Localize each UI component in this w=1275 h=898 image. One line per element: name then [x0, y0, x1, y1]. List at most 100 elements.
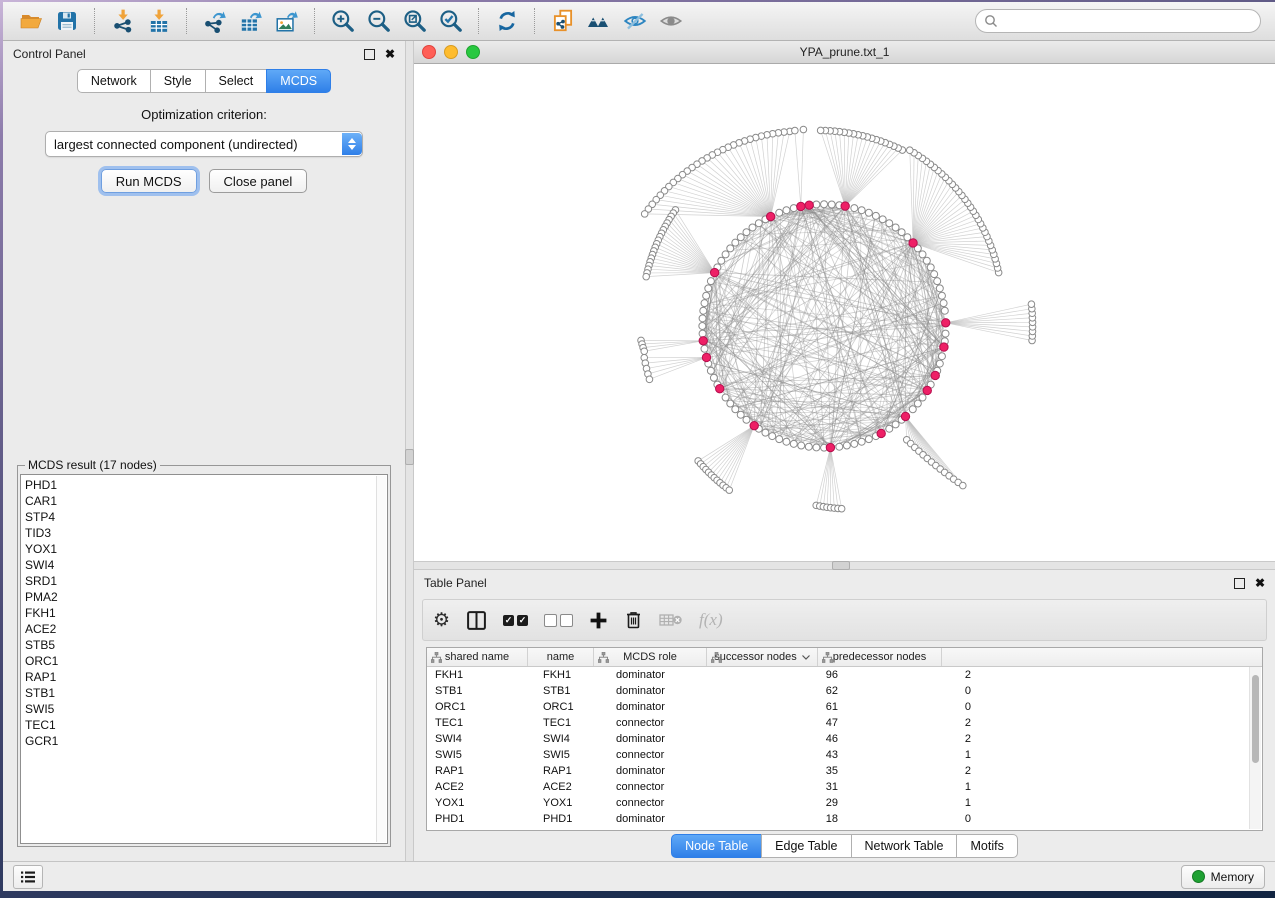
column-header-shared-name[interactable]: shared name — [427, 648, 528, 666]
table-row[interactable]: SWI5SWI5connector431 — [427, 747, 1262, 763]
satellite-node[interactable] — [643, 273, 650, 280]
mcds-list-scrollbar[interactable] — [376, 476, 386, 842]
satellite-node[interactable] — [792, 127, 799, 134]
mcds-result-item[interactable]: SWI5 — [25, 701, 387, 717]
control-panel-float-icon[interactable] — [364, 49, 375, 60]
ring-node[interactable] — [851, 440, 858, 447]
column-header-name[interactable]: name — [528, 648, 594, 666]
ring-node[interactable] — [703, 292, 710, 299]
satellite-node[interactable] — [1028, 301, 1035, 308]
ring-node[interactable] — [701, 345, 708, 352]
table-row[interactable]: RAP1RAP1dominator352 — [427, 763, 1262, 779]
deselect-all-rows-icon[interactable] — [544, 607, 573, 633]
dominator-node-PMA2[interactable] — [923, 386, 931, 394]
export-image-icon[interactable] — [269, 6, 305, 36]
mcds-result-item[interactable]: STB1 — [25, 685, 387, 701]
ring-node[interactable] — [892, 421, 899, 428]
ring-node[interactable] — [705, 285, 712, 292]
network-graph[interactable] — [414, 64, 1275, 561]
export-network-icon[interactable] — [197, 6, 233, 36]
ring-node[interactable] — [892, 224, 899, 231]
ring-node[interactable] — [718, 257, 725, 264]
table-row[interactable]: ORC1ORC1dominator610 — [427, 699, 1262, 715]
ring-node[interactable] — [798, 442, 805, 449]
dominator-node-RAP1[interactable] — [942, 319, 950, 327]
network-canvas[interactable] — [414, 64, 1275, 561]
show-all-icon[interactable] — [653, 6, 689, 36]
export-table-icon[interactable] — [233, 6, 269, 36]
table-scrollbar[interactable] — [1249, 667, 1261, 829]
ring-node[interactable] — [762, 429, 769, 436]
ring-node[interactable] — [941, 307, 948, 314]
import-network-icon[interactable] — [105, 6, 141, 36]
dominator-node-SRD1[interactable] — [931, 371, 939, 379]
duplicate-network-icon[interactable] — [545, 6, 581, 36]
mcds-result-item[interactable]: FKH1 — [25, 605, 387, 621]
mcds-result-item[interactable]: STP4 — [25, 509, 387, 525]
tab-node-table[interactable]: Node Table — [671, 834, 762, 858]
ring-node[interactable] — [727, 400, 734, 407]
dominator-node-FKH1[interactable] — [909, 239, 917, 247]
dominator-node-GCR1[interactable] — [716, 384, 724, 392]
dominator-node-TEC1[interactable] — [710, 268, 718, 276]
splitter-grip[interactable] — [405, 449, 414, 465]
settings-gear-icon[interactable]: ⚙ — [433, 607, 450, 633]
ring-node[interactable] — [858, 438, 865, 445]
ring-node[interactable] — [722, 394, 729, 401]
ring-node[interactable] — [707, 367, 714, 374]
ring-node[interactable] — [919, 394, 926, 401]
dominator-node-SWI4[interactable] — [901, 412, 909, 420]
ring-node[interactable] — [909, 406, 916, 413]
splitter-grip[interactable] — [832, 561, 850, 570]
satellite-node[interactable] — [646, 376, 653, 383]
mcds-result-item[interactable]: SRD1 — [25, 573, 387, 589]
ring-node[interactable] — [886, 220, 893, 227]
mcds-result-item[interactable]: PMA2 — [25, 589, 387, 605]
tab-select[interactable]: Select — [205, 69, 268, 93]
column-visibility-icon[interactable] — [466, 607, 487, 633]
tab-motifs[interactable]: Motifs — [956, 834, 1017, 858]
ring-node[interactable] — [700, 307, 707, 314]
delete-column-icon[interactable] — [624, 607, 643, 633]
ring-node[interactable] — [886, 425, 893, 432]
ring-node[interactable] — [769, 433, 776, 440]
ring-node[interactable] — [938, 292, 945, 299]
scrollbar-thumb[interactable] — [1252, 675, 1259, 763]
ring-node[interactable] — [923, 257, 930, 264]
memory-button[interactable]: Memory — [1181, 865, 1265, 889]
vertical-splitter[interactable] — [405, 41, 414, 861]
satellite-node[interactable] — [726, 487, 733, 494]
satellite-node[interactable] — [906, 147, 913, 154]
table-row[interactable]: TEC1TEC1connector472 — [427, 715, 1262, 731]
ring-node[interactable] — [743, 416, 750, 423]
ring-node[interactable] — [699, 330, 706, 337]
mcds-result-item[interactable]: ACE2 — [25, 621, 387, 637]
ring-node[interactable] — [783, 207, 790, 214]
ring-node[interactable] — [743, 229, 750, 236]
hide-selected-icon[interactable] — [617, 6, 653, 36]
dominator-node-STB1[interactable] — [766, 212, 774, 220]
ring-node[interactable] — [940, 300, 947, 307]
ring-node[interactable] — [722, 251, 729, 258]
ring-node[interactable] — [701, 300, 708, 307]
mcds-result-item[interactable]: ORC1 — [25, 653, 387, 669]
ring-node[interactable] — [737, 234, 744, 241]
ring-node[interactable] — [931, 271, 938, 278]
ring-node[interactable] — [813, 201, 820, 208]
ring-node[interactable] — [699, 322, 706, 329]
ring-node[interactable] — [821, 201, 828, 208]
table-row[interactable]: ACE2ACE2connector311 — [427, 779, 1262, 795]
ring-node[interactable] — [936, 360, 943, 367]
close-panel-button[interactable]: Close panel — [209, 169, 308, 193]
ring-node[interactable] — [936, 285, 943, 292]
ring-node[interactable] — [776, 209, 783, 216]
column-header-MCDS-role[interactable]: MCDS role — [594, 648, 707, 666]
ring-node[interactable] — [783, 438, 790, 445]
save-session-icon[interactable] — [49, 6, 85, 36]
ring-node[interactable] — [813, 444, 820, 451]
ring-node[interactable] — [805, 443, 812, 450]
ring-node[interactable] — [872, 212, 879, 219]
column-header-predecessor-nodes[interactable]: predecessor nodes — [818, 648, 942, 666]
ring-node[interactable] — [843, 442, 850, 449]
ring-node[interactable] — [938, 353, 945, 360]
